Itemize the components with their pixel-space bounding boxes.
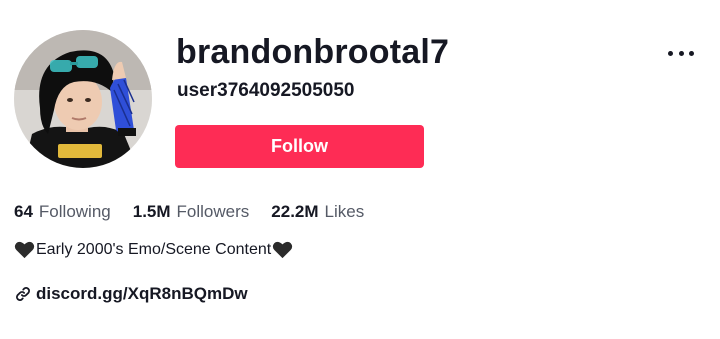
stat-value: 22.2M bbox=[271, 202, 319, 221]
link-icon bbox=[16, 287, 30, 301]
dot bbox=[668, 50, 673, 56]
stat-likes: 22.2M Likes bbox=[271, 200, 364, 224]
dot bbox=[689, 50, 694, 56]
stat-following[interactable]: 64 Following bbox=[14, 200, 111, 224]
stat-value: 64 bbox=[14, 202, 33, 221]
follow-button[interactable]: Follow bbox=[175, 125, 424, 168]
stat-followers[interactable]: 1.5M Followers bbox=[133, 200, 250, 224]
link-text: discord.gg/XqR8nBQmDw bbox=[36, 284, 248, 303]
bio-text: Early 2000's Emo/Scene Content bbox=[36, 241, 272, 258]
profile-username: brandonbrootal7 bbox=[176, 33, 450, 71]
profile-link[interactable]: discord.gg/XqR8nBQmDw bbox=[14, 282, 248, 306]
dot bbox=[678, 50, 684, 56]
stat-label: Likes bbox=[324, 202, 365, 221]
more-options-icon[interactable] bbox=[664, 40, 698, 66]
black-heart-icon bbox=[273, 241, 293, 259]
profile-bio: Early 2000's Emo/Scene Content bbox=[14, 239, 293, 261]
stat-value: 1.5M bbox=[132, 202, 171, 221]
black-heart-icon bbox=[14, 241, 35, 259]
profile-stats: 64 Following 1.5M Followers 22.2M Likes bbox=[14, 200, 386, 224]
stat-label: Followers bbox=[176, 202, 250, 221]
avatar[interactable] bbox=[14, 30, 152, 168]
avatar-photo bbox=[14, 30, 152, 168]
profile-handle: user3764092505050 bbox=[177, 80, 355, 101]
stat-label: Following bbox=[38, 202, 111, 221]
